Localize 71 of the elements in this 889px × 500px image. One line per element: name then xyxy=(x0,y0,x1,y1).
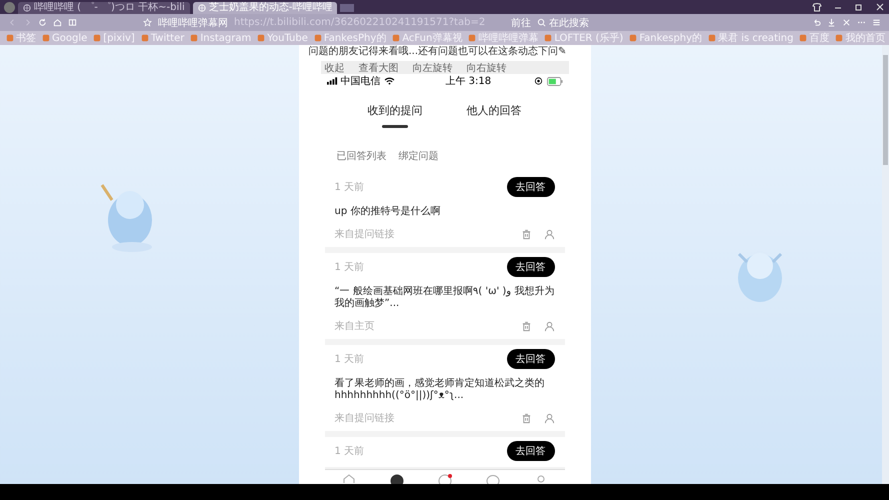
bookmark-icon xyxy=(708,34,716,42)
trash-icon[interactable] xyxy=(520,320,532,332)
search-placeholder: 在此搜索 xyxy=(549,16,590,30)
undo-icon[interactable] xyxy=(812,18,821,27)
signal-icon xyxy=(326,77,338,85)
bookmark-icon xyxy=(392,34,400,42)
question-tab[interactable]: 收到的提问 xyxy=(368,103,422,128)
post-text: 问题的朋友记得来看哦...还有问题也可以在这条动态下问✎ xyxy=(308,46,568,58)
viewer-tool-button[interactable]: 查看大图 xyxy=(358,60,398,74)
bookmark-icon xyxy=(42,34,50,42)
question-time: 1 天前 xyxy=(334,181,364,194)
bookmark-icon xyxy=(257,34,266,42)
close-icon[interactable] xyxy=(875,2,885,12)
question-source: 来自主页 xyxy=(334,320,374,333)
search-field[interactable]: 在此搜索 xyxy=(537,16,590,30)
user-icon[interactable] xyxy=(544,320,554,332)
scrollbar-thumb[interactable] xyxy=(883,55,888,165)
answer-button[interactable]: 去回答 xyxy=(506,257,554,277)
trash-icon[interactable] xyxy=(520,412,532,424)
viewer-tool-button[interactable]: 向左旋转 xyxy=(412,60,452,74)
user-icon[interactable] xyxy=(544,228,554,240)
search-icon xyxy=(537,18,546,27)
avatar-icon[interactable] xyxy=(4,2,15,12)
site-name: 哔哩哔哩弹幕网 xyxy=(158,16,228,30)
bookmark-icon xyxy=(544,34,552,42)
nav-chat-icon[interactable] xyxy=(486,474,500,484)
question-time: 1 天前 xyxy=(334,261,364,274)
question-text: “一 般绘画基础网班在哪里报啊٩( 'ω' )و 我想升为我的画触梦”... xyxy=(334,286,554,310)
bookmark-icon xyxy=(629,34,638,42)
restore-icon[interactable] xyxy=(854,2,864,12)
bookmark-icon xyxy=(799,34,808,42)
reload-icon[interactable] xyxy=(38,18,47,27)
bookmark-icon xyxy=(835,34,844,42)
star-icon[interactable] xyxy=(143,18,152,27)
trash-icon[interactable] xyxy=(520,228,532,240)
question-time: 1 天前 xyxy=(334,445,364,458)
download-icon[interactable] xyxy=(827,18,836,27)
battery-icon xyxy=(546,76,562,86)
bookmark-icon xyxy=(93,34,102,42)
question-text: up 你的推特号是什么啊 xyxy=(334,206,442,218)
bookmark-icon xyxy=(6,34,14,42)
sub-tab[interactable]: 绑定问题 xyxy=(398,149,438,163)
carrier-name: 中国电信 xyxy=(340,74,380,88)
new-tab-button[interactable] xyxy=(340,4,354,12)
question-source: 来自提问链接 xyxy=(334,228,394,241)
status-time: 上午 3:18 xyxy=(446,74,492,88)
shirt-icon[interactable] xyxy=(812,2,822,12)
nav-home-icon[interactable] xyxy=(342,474,356,484)
bookmark-icon xyxy=(190,34,198,42)
lock-rotation-icon xyxy=(532,77,544,85)
viewer-tool-button[interactable]: 向右旋转 xyxy=(466,60,506,74)
go-button[interactable]: 前往 xyxy=(511,16,532,30)
question-text: 看了果老师的画，感觉老师肯定知道松武之类的hhhhhhhhh((°ö°||))ʃ°ᴥ°ʅ... xyxy=(334,378,546,402)
bookmark-icon xyxy=(314,34,322,42)
menu-icon[interactable] xyxy=(872,18,881,27)
sub-tab[interactable]: 已回答列表 xyxy=(336,149,386,163)
home-icon[interactable] xyxy=(53,18,62,27)
bookmark-icon xyxy=(140,34,149,42)
globe-icon xyxy=(198,4,206,12)
viewer-tool-button[interactable]: 收起 xyxy=(324,60,344,74)
bookmark-icon xyxy=(468,34,476,42)
question-source: 来自提问链接 xyxy=(334,412,394,425)
globe-icon xyxy=(23,4,31,12)
answer-button[interactable]: 去回答 xyxy=(506,349,554,369)
question-time: 1 天前 xyxy=(334,353,364,366)
answer-button[interactable]: 去回答 xyxy=(506,441,554,461)
answer-button[interactable]: 去回答 xyxy=(506,177,554,197)
user-icon[interactable] xyxy=(544,412,554,424)
wifi-icon xyxy=(384,77,394,85)
question-tab[interactable]: 他人的回答 xyxy=(466,103,522,128)
reader-icon[interactable] xyxy=(68,18,77,27)
